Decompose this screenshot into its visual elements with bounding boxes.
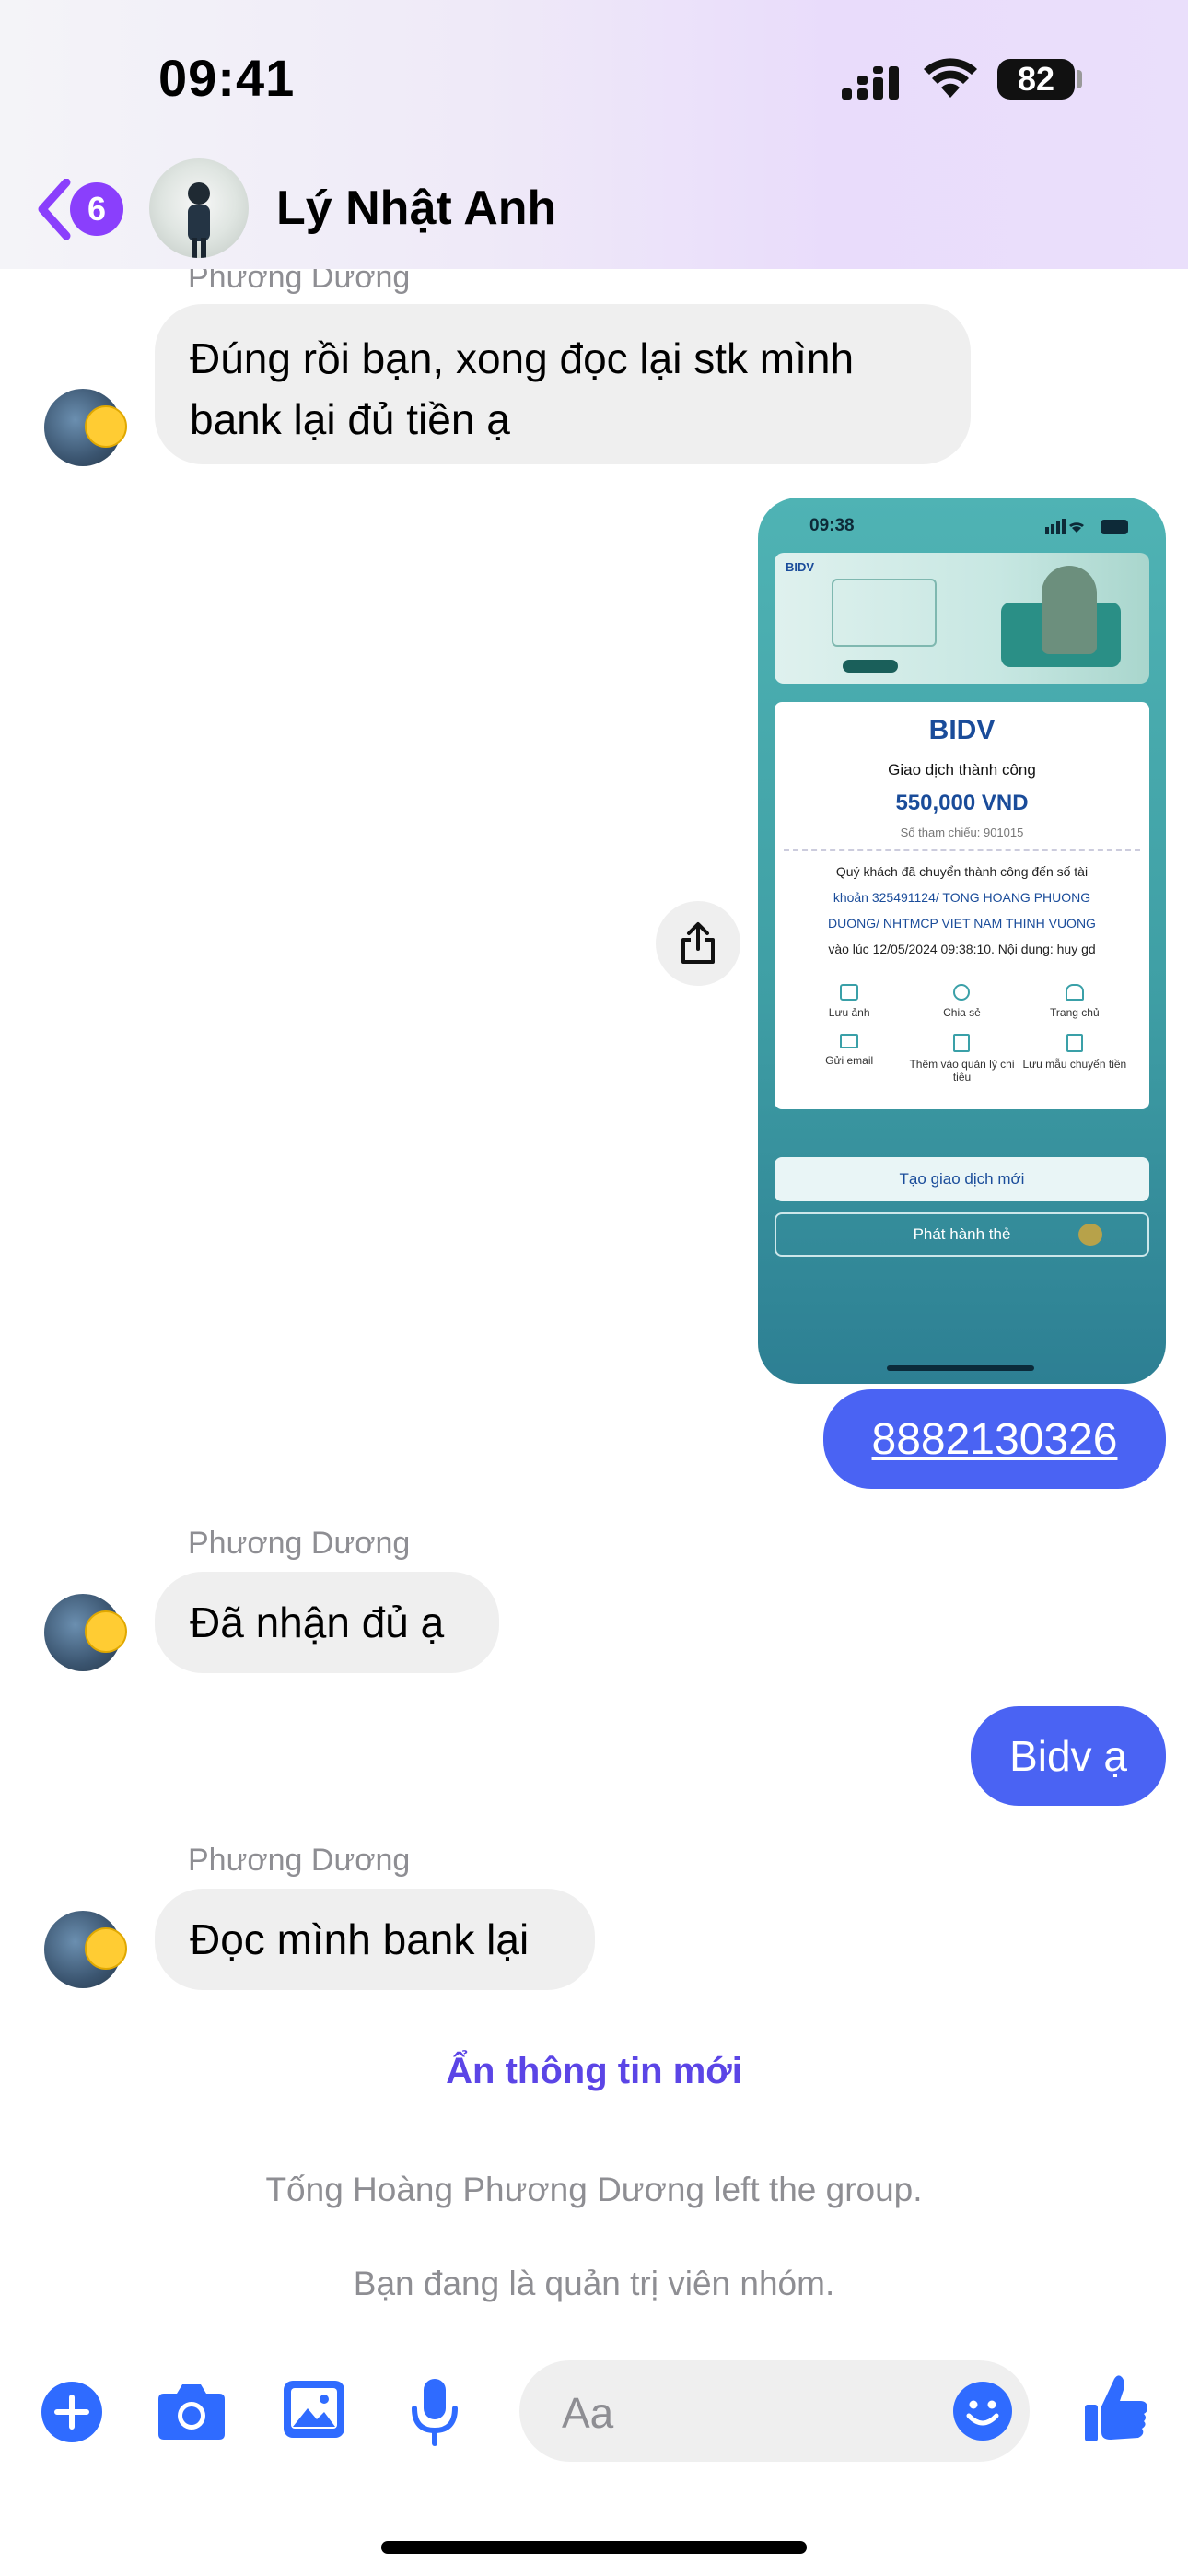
receipt-description: Quý khách đã chuyển thành công đến số tà… <box>775 859 1149 962</box>
receipt-home-indicator <box>887 1365 1034 1371</box>
receipt-action-label: Thêm vào quản lý chi tiêu <box>909 1058 1015 1083</box>
promo-banner: BIDV <box>775 553 1149 684</box>
receipt-brand: BIDV <box>928 715 996 745</box>
person-photo-icon <box>188 182 210 258</box>
laughing-emoji-icon <box>85 1927 127 1970</box>
microphone-icon[interactable] <box>409 2377 460 2447</box>
banner-house-shape <box>832 579 937 647</box>
message-bubble[interactable]: Đã nhận đủ ạ <box>155 1572 499 1673</box>
banner-brand: BIDV <box>786 560 815 574</box>
home-icon <box>1065 984 1084 1001</box>
clipboard-icon <box>953 1034 971 1052</box>
receipt-status: Giao dịch thành công <box>888 761 1036 779</box>
laughing-emoji-icon <box>85 405 127 448</box>
receipt-action-label: Chia sẻ <box>943 1006 981 1019</box>
camera-icon[interactable] <box>157 2381 227 2441</box>
message-bubble[interactable]: Đọc mình bank lại <box>155 1889 595 1990</box>
receipt-action-label: Gửi email <box>825 1054 874 1067</box>
message-bubble-outgoing[interactable]: Bidv ạ <box>971 1706 1166 1806</box>
thumbs-up-icon[interactable] <box>1083 2373 1149 2443</box>
status-time: 09:41 <box>158 49 296 107</box>
receipt-action-label: Lưu mẫu chuyển tiền <box>1022 1058 1127 1071</box>
battery-indicator: 82 <box>997 59 1075 100</box>
wifi-icon <box>924 58 977 98</box>
hide-new-info-link[interactable]: Ẩn thông tin mới <box>0 2051 1188 2092</box>
account-number-link[interactable]: 8882130326 <box>823 1389 1166 1489</box>
laughing-emoji-icon <box>85 1610 127 1653</box>
chatbot-icon <box>1078 1224 1102 1246</box>
message-line: bank lại đủ tiền ạ <box>190 395 510 443</box>
receipt-desc-line: khoản 325491124/ TONG HOANG PHUONG <box>833 890 1091 905</box>
receipt-status-icons <box>1045 519 1128 534</box>
receipt-action: Chia sẻ <box>905 984 1018 1019</box>
message-line: Đúng rồi bạn, xong đọc lại stk mình <box>190 334 855 382</box>
contact-name[interactable]: Lý Nhật Anh <box>276 181 556 236</box>
message-bubble[interactable]: Đúng rồi bạn, xong đọc lại stk mình bank… <box>155 304 971 464</box>
receipt-divider <box>784 849 1140 851</box>
receipt-action: Thêm vào quản lý chi tiêu <box>905 1034 1018 1083</box>
receipt-ref: Số tham chiếu: 901015 <box>900 825 1024 839</box>
emoji-icon[interactable] <box>952 2381 1013 2441</box>
system-message-admin: Bạn đang là quản trị viên nhóm. <box>353 2265 835 2302</box>
receipt-action: Lưu mẫu chuyển tiền <box>1019 1034 1131 1083</box>
receipt-action: Trang chủ <box>1019 984 1131 1019</box>
message-input-placeholder: Aa <box>562 2389 614 2437</box>
new-transaction-button: Tạo giao dịch mới <box>775 1157 1149 1201</box>
receipt-action: Gửi email <box>793 1034 905 1083</box>
receipt-desc-line: vào lúc 12/05/2024 09:38:10. Nội dung: h… <box>828 942 1096 956</box>
document-icon <box>1066 1034 1083 1052</box>
banner-people <box>1042 566 1097 654</box>
photo-gallery-icon[interactable] <box>282 2379 346 2440</box>
sender-name: Phương Dương <box>188 1526 411 1561</box>
receipt-desc-line: Quý khách đã chuyển thành công đến số tà… <box>835 864 1089 879</box>
receipt-actions: Lưu ảnh Chia sẻ Trang chủ Gửi email Thêm… <box>793 984 1131 1083</box>
share-icon <box>681 922 715 964</box>
receipt-action-label: Trang chủ <box>1050 1006 1100 1019</box>
sender-name: Phương Dương <box>188 1843 411 1878</box>
chat-header: 09:41 82 6 Lý Nhật Anh <box>0 0 1188 269</box>
receipt-amount: 550,000 VND <box>895 790 1029 815</box>
receipt-action: Lưu ảnh <box>793 984 905 1019</box>
contact-avatar[interactable] <box>149 158 249 258</box>
receipt-action-label: Lưu ảnh <box>828 1006 870 1019</box>
receipt-card: BIDV Giao dịch thành công 550,000 VND Số… <box>775 702 1149 1109</box>
unread-badge[interactable]: 6 <box>70 182 123 236</box>
share-icon <box>953 984 971 1001</box>
banner-cta <box>843 660 898 673</box>
receipt-image[interactable]: 09:38 BIDV BIDV Giao dịch thành công 550… <box>758 498 1166 1384</box>
home-indicator <box>381 2541 807 2554</box>
image-icon <box>840 984 859 1001</box>
signal-icon <box>842 66 899 100</box>
back-chevron-icon[interactable] <box>35 179 72 240</box>
plus-icon[interactable] <box>41 2381 103 2443</box>
share-button[interactable] <box>656 901 740 986</box>
email-icon <box>840 1034 859 1048</box>
system-message-left-group: Tống Hoàng Phương Dương left the group. <box>265 2171 923 2208</box>
receipt-time: 09:38 <box>809 516 855 535</box>
battery-tip <box>1077 70 1082 88</box>
receipt-desc-line: DUONG/ NHTMCP VIET NAM THINH VUONG <box>828 916 1096 931</box>
